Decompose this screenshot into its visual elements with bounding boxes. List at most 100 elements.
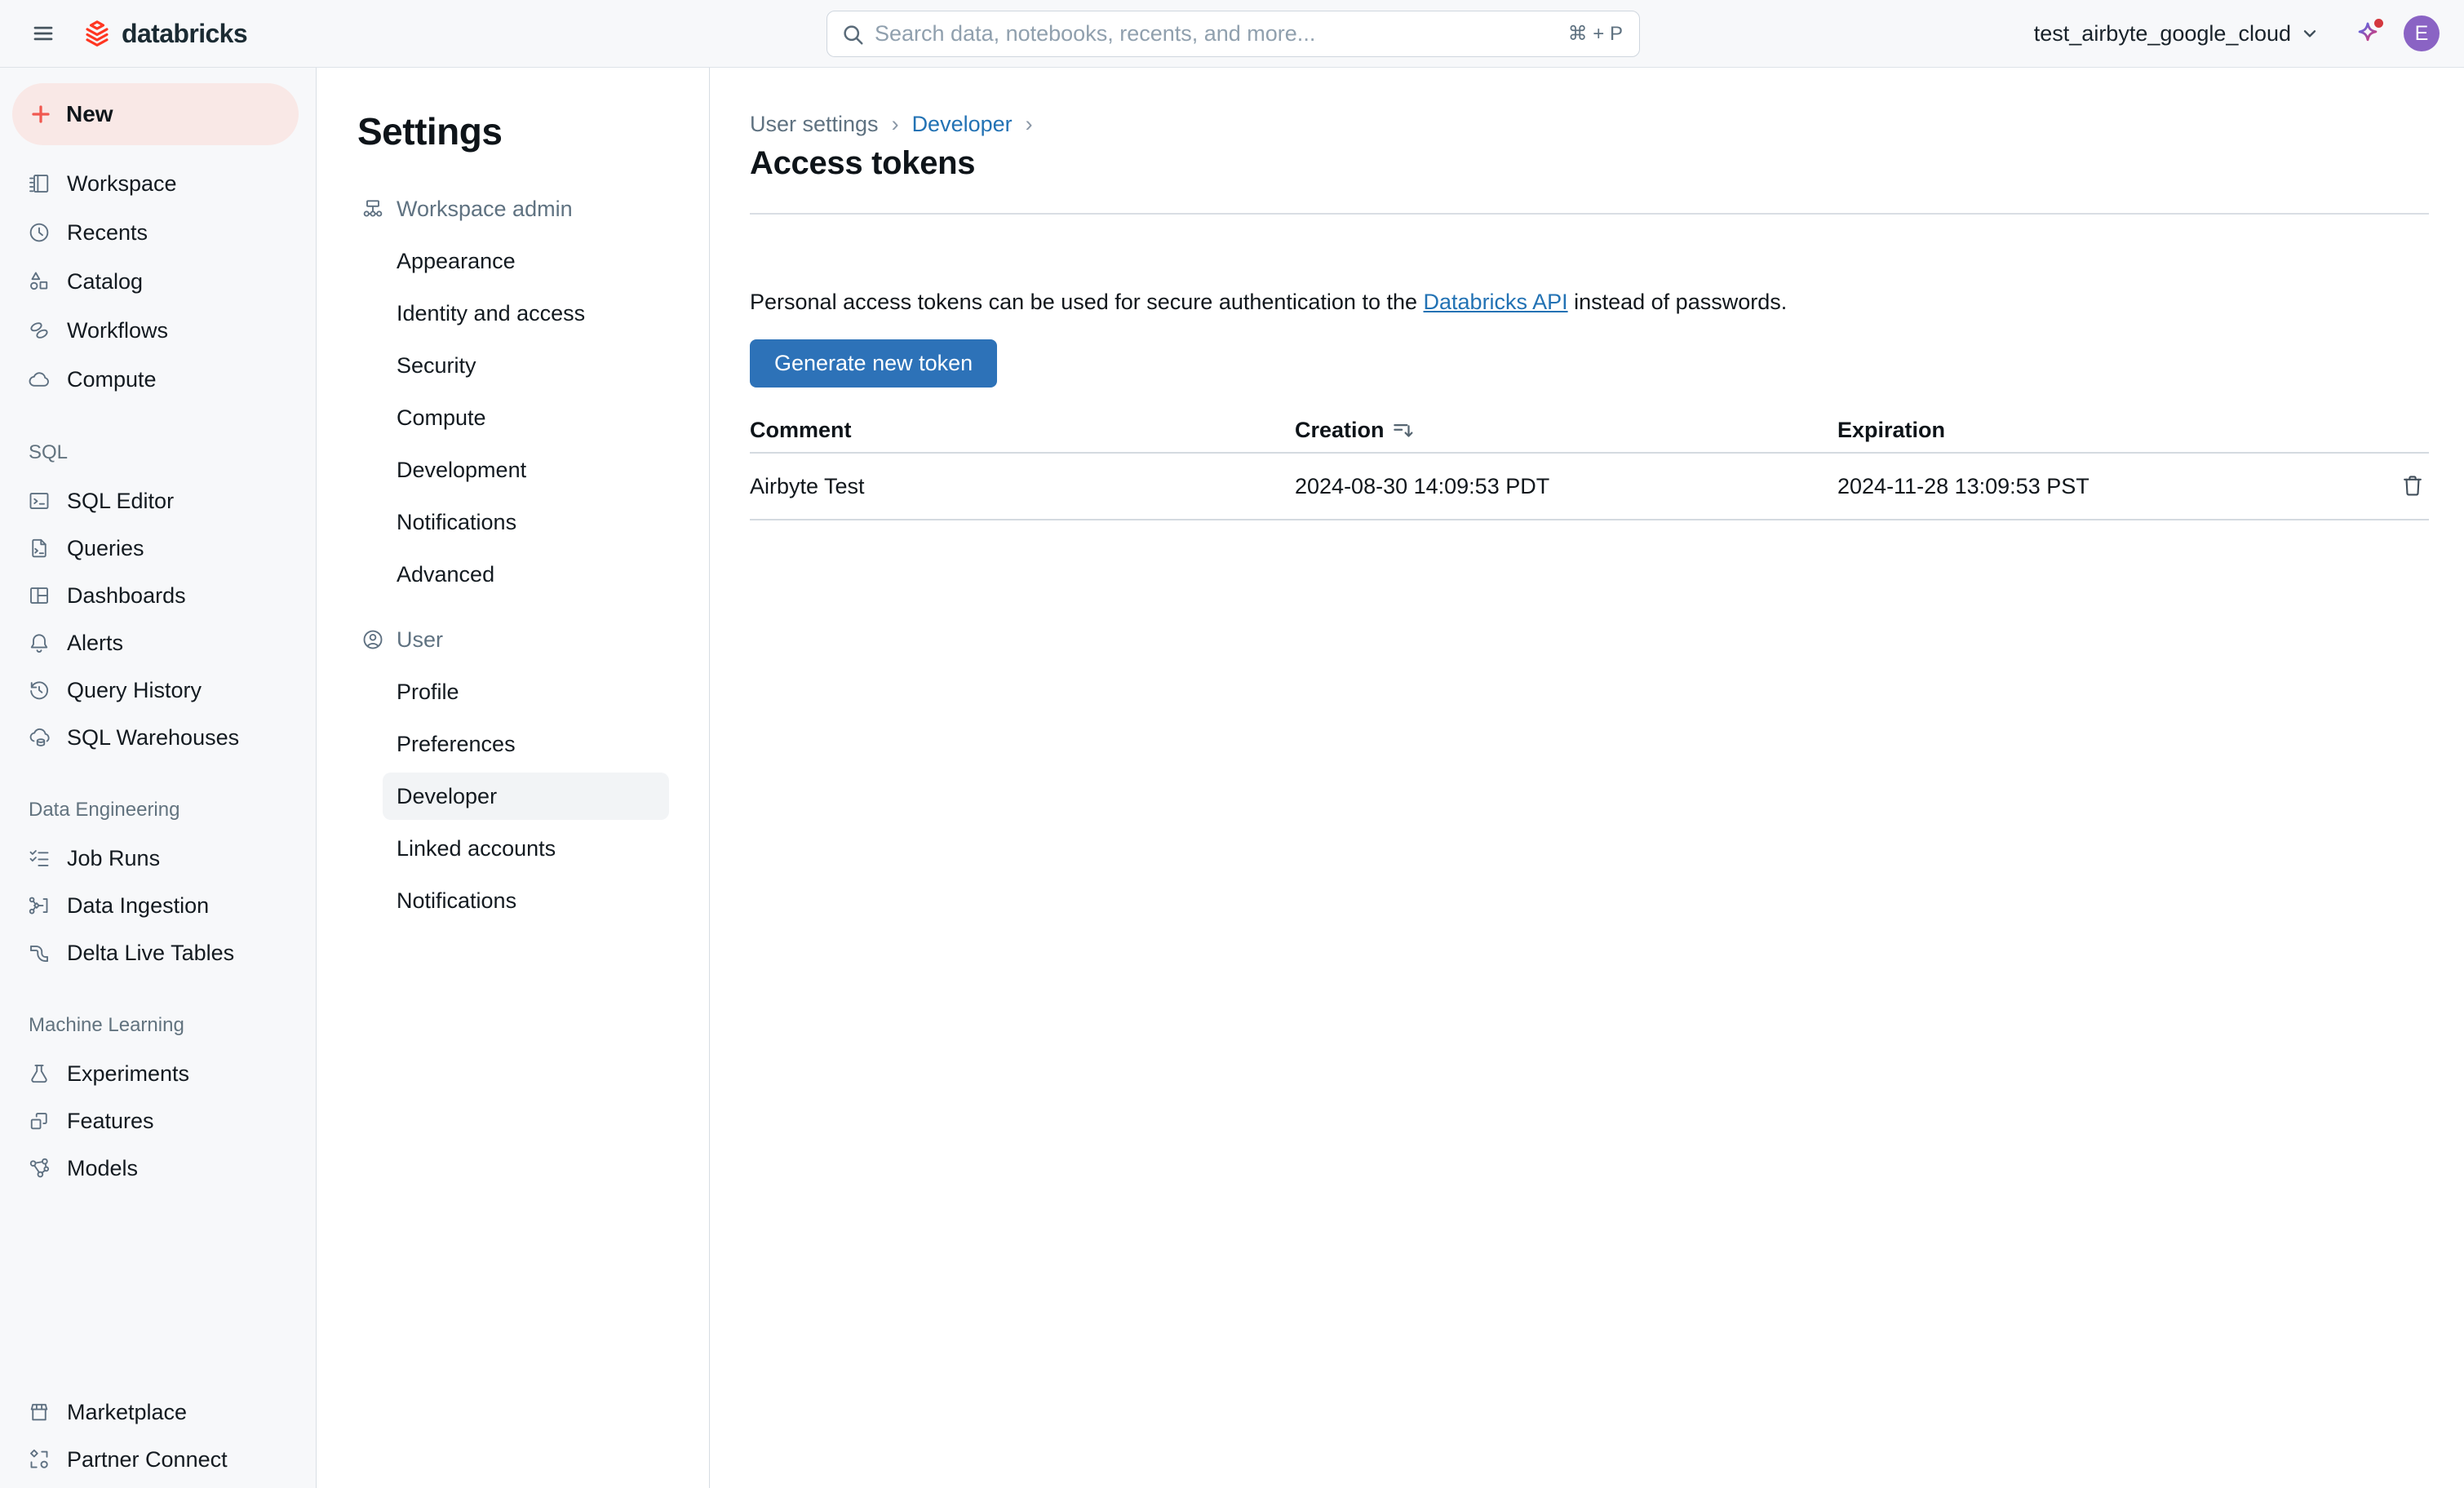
sidebar-item-label: Marketplace xyxy=(67,1400,187,1425)
settings-item-preferences[interactable]: Preferences xyxy=(317,718,709,770)
rack-icon xyxy=(361,197,385,221)
settings-item-label: Notifications xyxy=(397,510,516,535)
plus-icon xyxy=(29,102,53,126)
settings-group-user: User xyxy=(361,613,709,666)
breadcrumb-separator: › xyxy=(1026,112,1033,137)
settings-item-label: Development xyxy=(397,458,526,483)
workspace-selector-label: test_airbyte_google_cloud xyxy=(2034,21,2291,46)
avatar-initial: E xyxy=(2415,22,2429,46)
workspace-icon xyxy=(27,171,51,196)
settings-group-label: Workspace admin xyxy=(397,197,573,222)
description-suffix: instead of passwords. xyxy=(1568,290,1788,314)
sidebar-item-delta-live-tables[interactable]: Delta Live Tables xyxy=(0,929,316,976)
tokens-table: Comment Creation Expiration Airbyte Test xyxy=(750,409,2429,520)
clock-icon xyxy=(27,220,51,245)
settings-item-label: Profile xyxy=(397,680,459,705)
sidebar-item-label: Dashboards xyxy=(67,583,186,609)
assistant-button[interactable] xyxy=(2351,17,2384,50)
description-prefix: Personal access tokens can be used for s… xyxy=(750,290,1424,314)
sidebar-item-sql-editor[interactable]: SQL Editor xyxy=(0,477,316,525)
sidebar-item-partner-connect[interactable]: Partner Connect xyxy=(0,1436,316,1483)
sidebar-item-queries[interactable]: Queries xyxy=(0,525,316,572)
sort-descending-icon xyxy=(1391,418,1416,443)
databricks-wordmark: databricks xyxy=(122,19,247,49)
settings-item-compute[interactable]: Compute xyxy=(317,392,709,444)
sidebar-section-sql: SQL xyxy=(0,428,316,477)
databricks-api-link[interactable]: Databricks API xyxy=(1424,290,1568,314)
settings-item-security[interactable]: Security xyxy=(317,339,709,392)
sidebar-item-label: Catalog xyxy=(67,269,143,294)
settings-item-developer[interactable]: Developer xyxy=(383,773,669,820)
dashboards-icon xyxy=(27,583,51,608)
breadcrumb-developer[interactable]: Developer xyxy=(912,112,1013,137)
sidebar-item-recents[interactable]: Recents xyxy=(0,208,316,257)
settings-group-workspace-admin: Workspace admin xyxy=(361,183,709,235)
delete-token-button[interactable] xyxy=(2396,469,2429,502)
breadcrumb-user-settings[interactable]: User settings xyxy=(750,112,879,137)
description-text: Personal access tokens can be used for s… xyxy=(750,289,2429,315)
sidebar-item-label: Alerts xyxy=(67,631,123,656)
workspace-selector[interactable]: test_airbyte_google_cloud xyxy=(2034,21,2320,46)
sidebar-item-label: Workflows xyxy=(67,318,168,343)
settings-item-appearance[interactable]: Appearance xyxy=(317,235,709,287)
sidebar-item-compute[interactable]: Compute xyxy=(0,355,316,404)
sidebar-item-catalog[interactable]: Catalog xyxy=(0,257,316,306)
sidebar-item-label: Features xyxy=(67,1109,154,1134)
token-creation-cell: 2024-08-30 14:09:53 PDT xyxy=(1295,453,1837,520)
search-shortcut: ⌘ + P xyxy=(1568,22,1623,46)
sidebar-item-query-history[interactable]: Query History xyxy=(0,666,316,714)
new-button[interactable]: New xyxy=(12,83,299,145)
sidebar-item-label: Query History xyxy=(67,678,202,703)
sidebar-item-experiments[interactable]: Experiments xyxy=(0,1050,316,1097)
sidebar-item-dashboards[interactable]: Dashboards xyxy=(0,572,316,619)
global-search[interactable]: ⌘ + P xyxy=(827,11,1640,57)
cloud-icon xyxy=(27,367,51,392)
sidebar-item-workspace[interactable]: Workspace xyxy=(0,159,316,208)
sidebar-item-workflows[interactable]: Workflows xyxy=(0,306,316,355)
settings-item-identity-and-access[interactable]: Identity and access xyxy=(317,287,709,339)
column-header-creation[interactable]: Creation xyxy=(1295,409,1837,453)
hamburger-menu-button[interactable] xyxy=(27,17,60,50)
main-content: User settings › Developer › Access token… xyxy=(710,68,2464,1488)
breadcrumb: User settings › Developer › xyxy=(750,110,2429,138)
catalog-shapes-icon xyxy=(27,269,51,294)
token-expiration-cell: 2024-11-28 13:09:53 PST xyxy=(1837,453,2364,520)
settings-item-label: Advanced xyxy=(397,562,494,587)
settings-item-label: Notifications xyxy=(397,888,516,914)
sidebar-item-job-runs[interactable]: Job Runs xyxy=(0,835,316,882)
sidebar-item-label: SQL Warehouses xyxy=(67,725,239,751)
warehouse-cloud-icon xyxy=(27,725,51,750)
sidebar-item-marketplace[interactable]: Marketplace xyxy=(0,1388,316,1436)
settings-item-advanced[interactable]: Advanced xyxy=(317,548,709,600)
settings-item-profile[interactable]: Profile xyxy=(317,666,709,718)
sidebar-item-sql-warehouses[interactable]: SQL Warehouses xyxy=(0,714,316,761)
partner-connect-icon xyxy=(27,1447,51,1472)
user-avatar[interactable]: E xyxy=(2404,16,2440,51)
settings-item-notifications-user[interactable]: Notifications xyxy=(317,875,709,927)
table-row: Airbyte Test 2024-08-30 14:09:53 PDT 202… xyxy=(750,453,2429,520)
settings-title: Settings xyxy=(357,108,709,154)
sidebar-bottom-group: Marketplace Partner Connect xyxy=(0,1388,316,1488)
settings-item-notifications-admin[interactable]: Notifications xyxy=(317,496,709,548)
settings-item-label: Preferences xyxy=(397,732,516,757)
settings-item-development[interactable]: Development xyxy=(317,444,709,496)
checklist-icon xyxy=(27,846,51,870)
sidebar-item-label: Job Runs xyxy=(67,846,160,871)
sidebar-item-models[interactable]: Models xyxy=(0,1145,316,1192)
sidebar-item-data-ingestion[interactable]: Data Ingestion xyxy=(0,882,316,929)
settings-item-label: Security xyxy=(397,353,476,379)
settings-item-linked-accounts[interactable]: Linked accounts xyxy=(317,822,709,875)
settings-item-label: Identity and access xyxy=(397,301,585,326)
settings-group-label: User xyxy=(397,627,443,653)
generate-token-button[interactable]: Generate new token xyxy=(750,339,997,388)
sidebar-item-label: Compute xyxy=(67,367,157,392)
sidebar-item-features[interactable]: Features xyxy=(0,1097,316,1145)
user-circle-icon xyxy=(361,627,385,652)
features-icon xyxy=(27,1109,51,1133)
sidebar-item-alerts[interactable]: Alerts xyxy=(0,619,316,666)
sidebar-item-label: Data Ingestion xyxy=(67,893,209,919)
trash-icon xyxy=(2400,472,2426,498)
sidebar-item-label: Recents xyxy=(67,220,148,246)
search-input[interactable] xyxy=(875,21,1568,46)
flask-icon xyxy=(27,1061,51,1086)
